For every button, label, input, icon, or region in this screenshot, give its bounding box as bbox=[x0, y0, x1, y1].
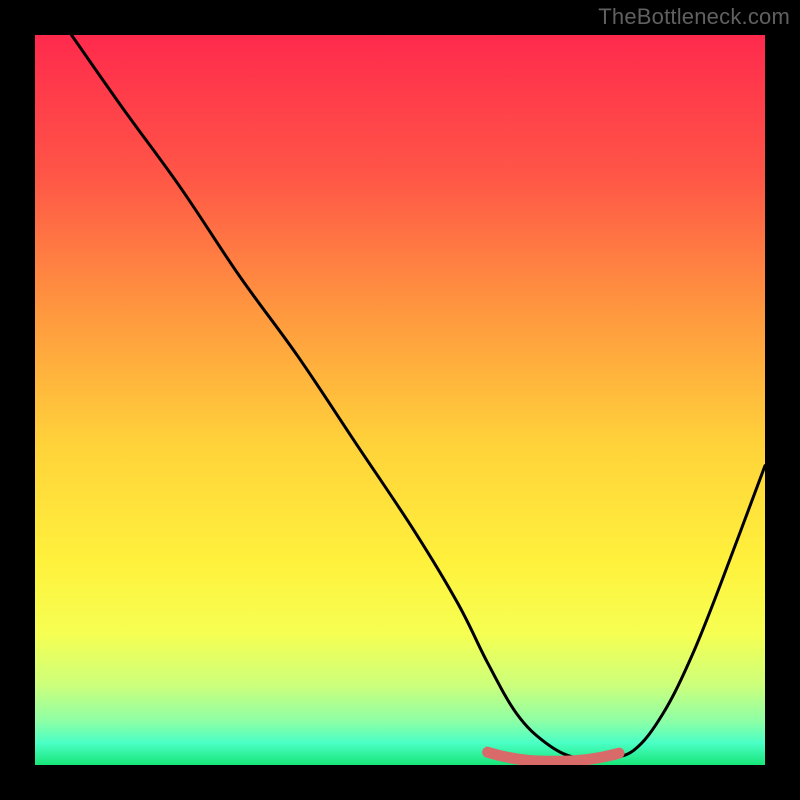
chart-frame: TheBottleneck.com bbox=[0, 0, 800, 800]
gradient-background bbox=[35, 35, 765, 765]
plot-area bbox=[35, 35, 765, 765]
watermark-text: TheBottleneck.com bbox=[598, 4, 790, 30]
bottleneck-chart bbox=[35, 35, 765, 765]
